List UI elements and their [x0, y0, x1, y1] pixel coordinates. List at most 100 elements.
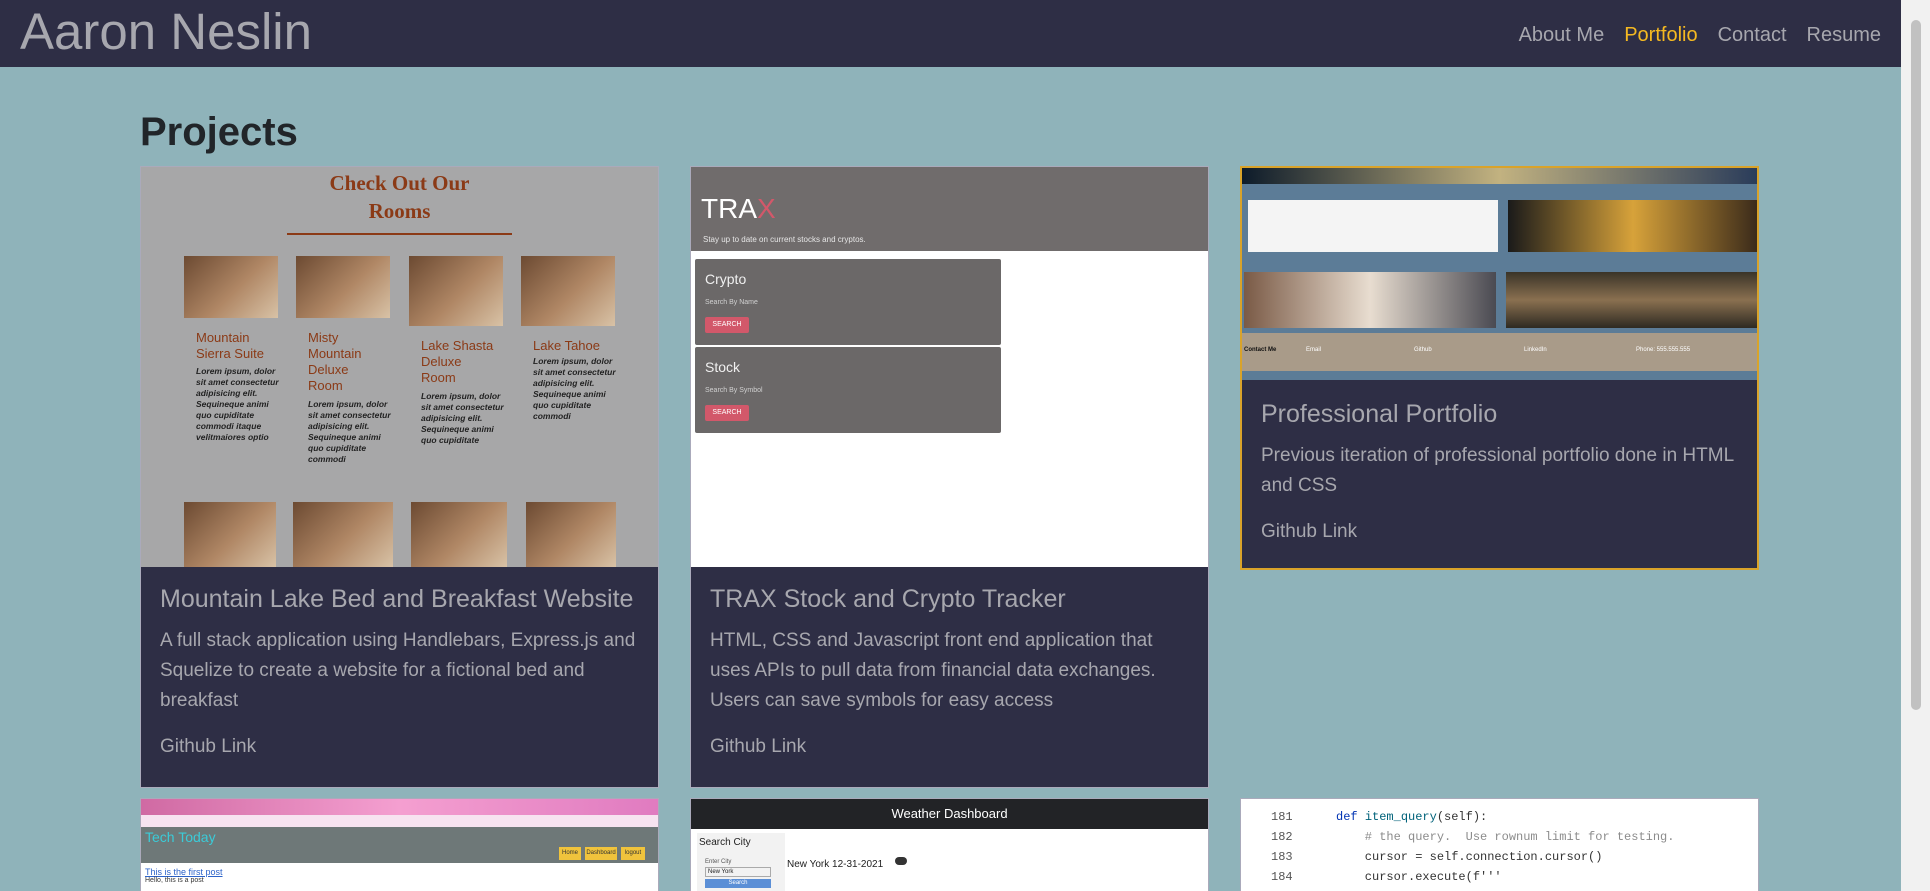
- card-title: TRAX Stock and Crypto Tracker: [710, 585, 1066, 613]
- trax-logo: TRAX: [701, 193, 776, 225]
- code-line: def item_query(self):: [1336, 810, 1488, 824]
- city-input: New York: [705, 867, 771, 877]
- panel-placeholder: Search By Name: [705, 299, 758, 306]
- project-card-weather: Weather Dashboard Search City Enter City…: [690, 798, 1209, 891]
- preview-photo: [1244, 272, 1496, 328]
- room-text: Lorem ipsum, dolor sit amet consectetur …: [308, 399, 391, 464]
- panel-button: SEARCH: [705, 317, 749, 333]
- panel-label: Stock: [705, 359, 741, 375]
- scrollbar-thumb[interactable]: [1911, 20, 1921, 710]
- card-title: Mountain Lake Bed and Breakfast Website: [160, 585, 634, 613]
- project-card-portfolio: Contact Me Email Github LinkedIn Phone: …: [1240, 166, 1759, 570]
- code-line: cursor = self.connection.cursor(): [1336, 850, 1603, 864]
- nav-portfolio[interactable]: Portfolio: [1624, 24, 1697, 47]
- preview-contact-bar: Contact Me Email Github LinkedIn Phone: …: [1242, 333, 1757, 371]
- page-scrollbar[interactable]: [1901, 0, 1930, 891]
- project-screenshot[interactable]: Contact Me Email Github LinkedIn Phone: …: [1242, 168, 1757, 380]
- card-description: Previous iteration of professional portf…: [1261, 445, 1734, 496]
- project-screenshot[interactable]: TRAX Stay up to date on current stocks a…: [691, 167, 1208, 567]
- blog-title: Tech Today: [145, 829, 216, 845]
- project-card-trax: TRAX Stay up to date on current stocks a…: [690, 166, 1209, 788]
- browser-tabs: [141, 799, 658, 815]
- room-name: Misty Mountain Deluxe Room: [308, 330, 362, 393]
- project-card-code: 181 def item_query(self): 182 # the quer…: [1240, 798, 1759, 891]
- preview-photo: [1506, 272, 1757, 328]
- project-screenshot[interactable]: Tech Today Home Dashboard logout This is…: [141, 799, 658, 891]
- card-description: HTML, CSS and Javascript front end appli…: [710, 630, 1156, 711]
- crypto-panel: Crypto Search By Name SEARCH: [695, 259, 1001, 345]
- room-name: Mountain Sierra Suite: [196, 330, 264, 361]
- card-description: A full stack application using Handlebar…: [160, 630, 636, 711]
- code-keyword: def: [1336, 810, 1365, 824]
- portfolio-header-strip: [1242, 168, 1757, 184]
- blog-logout-button: logout: [621, 847, 645, 860]
- room-photo: [184, 256, 278, 318]
- room-photo: [293, 502, 393, 567]
- preview-contact-title: Contact Me: [1244, 347, 1277, 353]
- card-title: Professional Portfolio: [1261, 400, 1498, 428]
- github-link[interactable]: Github Link: [1261, 521, 1357, 543]
- room-photo: [296, 256, 390, 318]
- card-body: Professional Portfolio Previous iteratio…: [1261, 400, 1738, 543]
- panel-placeholder: Search By Symbol: [705, 387, 763, 394]
- room-name: Lake Tahoe: [533, 338, 600, 353]
- search-button: Search: [705, 879, 771, 888]
- cloud-icon: [895, 857, 907, 865]
- nav-about-me[interactable]: About Me: [1519, 24, 1605, 47]
- room-name: Lake Shasta Deluxe Room: [421, 338, 494, 385]
- code-line: # the query. Use rownum limit for testin…: [1336, 830, 1675, 844]
- trax-logo-accent: X: [757, 193, 776, 224]
- project-screenshot[interactable]: Check Out Our Rooms Mountain Sierra Suit…: [141, 167, 658, 567]
- room-text: Lorem ipsum, dolor sit amet consectetur …: [196, 366, 279, 442]
- panel-label: Crypto: [705, 271, 747, 287]
- preview-contact-item: LinkedIn: [1524, 347, 1547, 353]
- rooms-heading: Check Out Our Rooms: [329, 171, 470, 223]
- preview-contact-item: Email: [1306, 347, 1322, 353]
- line-number: 183: [1271, 850, 1293, 864]
- trax-logo-main: TRA: [701, 193, 757, 224]
- code-function: item_query: [1364, 810, 1437, 824]
- blog-post-link: This is the first post: [145, 867, 223, 877]
- nav-contact[interactable]: Contact: [1718, 24, 1787, 47]
- github-link[interactable]: Github Link: [160, 736, 256, 758]
- room-photo: [184, 502, 276, 567]
- top-navbar: Aaron Neslin About Me Portfolio Contact …: [0, 0, 1901, 67]
- search-city-label: Search City: [699, 837, 751, 848]
- room-photo: [521, 256, 615, 326]
- weather-title: Weather Dashboard: [691, 799, 1208, 829]
- room-photo: [409, 256, 503, 326]
- trax-tagline: Stay up to date on current stocks and cr…: [703, 235, 866, 244]
- line-number: 181: [1271, 810, 1293, 824]
- code-line: cursor.execute(f''': [1336, 870, 1502, 884]
- room-photo: [411, 502, 507, 567]
- panel-button: SEARCH: [705, 405, 749, 421]
- room-text: Lorem ipsum, dolor sit amet consectetur …: [421, 391, 504, 445]
- nav-resume[interactable]: Resume: [1807, 24, 1881, 47]
- divider: [287, 233, 512, 235]
- preview-code: [1248, 200, 1498, 252]
- project-screenshot[interactable]: Weather Dashboard Search City Enter City…: [691, 799, 1208, 891]
- enter-city-label: Enter City: [705, 859, 732, 865]
- city-date: New York 12-31-2021: [787, 859, 884, 870]
- blog-home-button: Home: [559, 847, 581, 860]
- card-body: TRAX Stock and Crypto Tracker HTML, CSS …: [710, 585, 1189, 758]
- line-number: 184: [1271, 870, 1293, 884]
- project-card-bnb: Check Out Our Rooms Mountain Sierra Suit…: [140, 166, 659, 788]
- room-text: Lorem ipsum, dolor sit amet consectetur …: [533, 356, 616, 421]
- preview-contact-item: Github: [1414, 347, 1432, 353]
- site-brand[interactable]: Aaron Neslin: [20, 0, 312, 63]
- room-photo: [526, 502, 616, 567]
- project-card-tech-blog: Tech Today Home Dashboard logout This is…: [140, 798, 659, 891]
- preview-photo: [1508, 200, 1757, 252]
- stock-panel: Stock Search By Symbol SEARCH: [695, 347, 1001, 433]
- project-screenshot[interactable]: 181 def item_query(self): 182 # the quer…: [1241, 799, 1758, 891]
- preview-contact-item: Phone: 555.555.555: [1636, 347, 1691, 353]
- page-title: Projects: [140, 110, 298, 154]
- github-link[interactable]: Github Link: [710, 736, 806, 758]
- main-nav: About Me Portfolio Contact Resume: [1519, 0, 1881, 70]
- line-number: 182: [1271, 830, 1293, 844]
- card-body: Mountain Lake Bed and Breakfast Website …: [160, 585, 639, 758]
- blog-header: Tech Today Home Dashboard logout: [141, 827, 658, 863]
- blog-post-text: Hello, this is a post: [145, 877, 204, 884]
- browser-url-bar: [141, 815, 658, 827]
